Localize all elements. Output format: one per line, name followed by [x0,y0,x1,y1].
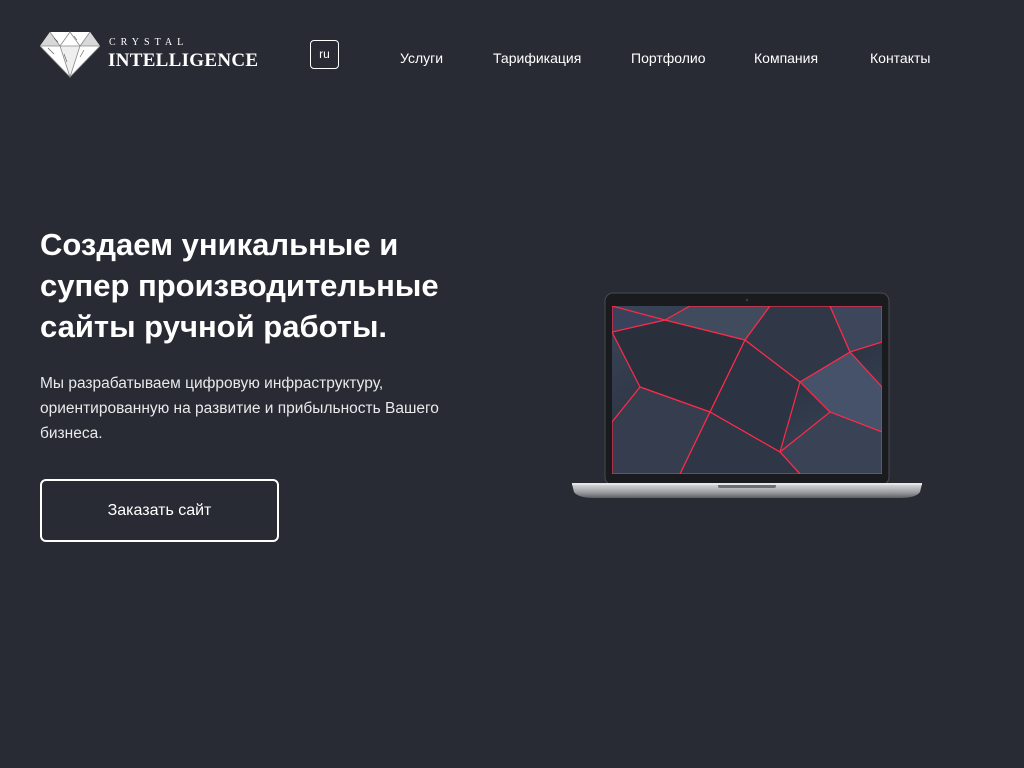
hero-subtitle: Мы разрабатываем цифровую инфраструктуру… [40,371,480,446]
order-site-button[interactable]: Заказать сайт [40,479,279,542]
nav-item-pricing[interactable]: Тарификация [493,50,581,66]
hero-subtitle-line: ориентированную на развитие и прибыльнос… [40,400,439,417]
nav-item-services[interactable]: Услуги [400,50,443,66]
hero-subtitle-line: бизнеса. [40,425,103,442]
hero-title-line: Создаем уникальные и [40,227,399,262]
hero-title: Создаем уникальные и супер производитель… [40,224,480,347]
hero-title-line: сайты ручной работы. [40,309,388,344]
page: CRYSTAL INTELLIGENCE ru Услуги Тарификац… [0,0,1024,768]
logo-top-text: CRYSTAL [109,37,189,48]
nav-item-company[interactable]: Компания [754,50,818,66]
laptop-image [572,292,922,498]
nav-item-portfolio[interactable]: Портфолио [631,50,706,66]
hero-subtitle-line: Мы разрабатываем цифровую инфраструктуру… [40,375,384,392]
nav-item-contacts[interactable]: Контакты [870,50,930,66]
hero-title-line: супер производительные [40,268,439,303]
main-nav: Услуги Тарификация Портфолио Компания Ко… [0,50,1024,68]
